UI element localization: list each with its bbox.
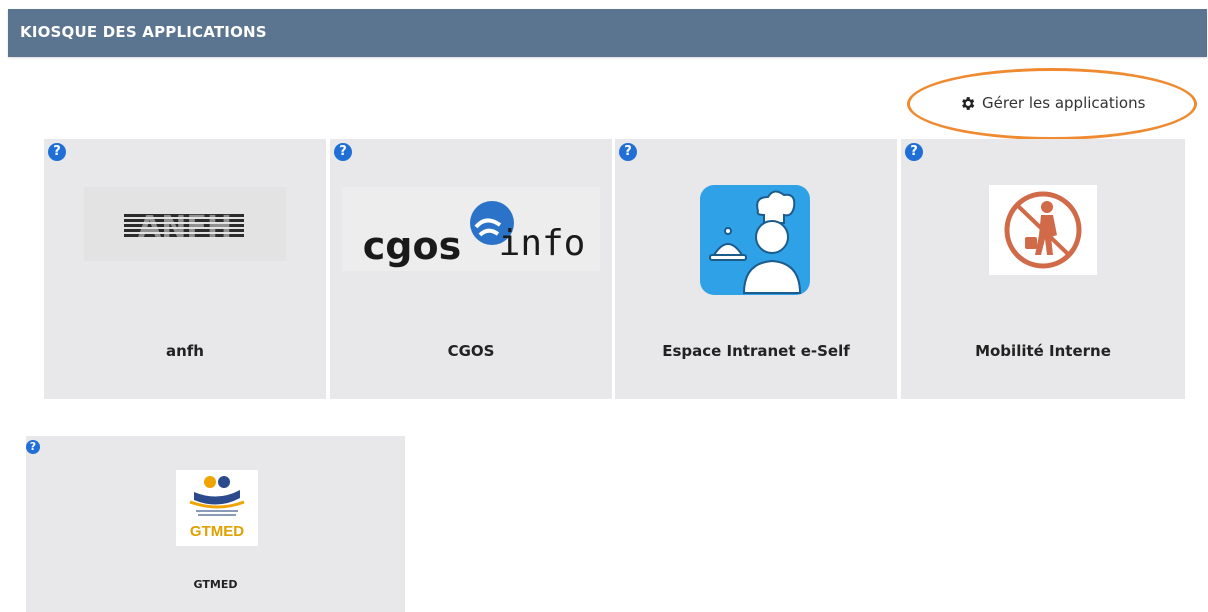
app-name: GTMED (193, 578, 238, 591)
help-icon[interactable]: ? (619, 143, 637, 161)
anfh-logo: ANFH (84, 187, 286, 261)
app-tile-anfh[interactable]: ? ANFH anfh (44, 139, 326, 399)
svg-text:ANFH: ANFH (138, 210, 232, 245)
gear-icon (962, 96, 975, 110)
cgos-logo: cgos info (342, 187, 600, 271)
manage-apps-area: Gérer les applications (907, 68, 1203, 146)
svg-text:GTMED: GTMED (190, 523, 244, 540)
svg-text:info: info (499, 223, 586, 264)
app-tile-gtmed[interactable]: ? GTMED GTMED (26, 436, 405, 612)
app-name: Mobilité Interne (975, 342, 1111, 360)
page-header: KIOSQUE DES APPLICATIONS (8, 9, 1207, 57)
manage-apps-label: Gérer les applications (982, 94, 1146, 112)
help-icon[interactable]: ? (26, 440, 40, 454)
page-title: KIOSQUE DES APPLICATIONS (20, 23, 267, 41)
mobilite-logo (989, 185, 1097, 275)
app-tile-mobilite-interne[interactable]: ? Mobilité Interne (901, 139, 1185, 399)
help-icon[interactable]: ? (48, 143, 66, 161)
app-tile-cgos[interactable]: ? cgos info CGOS (330, 139, 612, 399)
app-tile-espace-intranet[interactable]: ? Espace Intranet e-Self (615, 139, 897, 399)
app-name: anfh (165, 342, 204, 360)
eself-logo (700, 185, 810, 295)
help-icon[interactable]: ? (334, 143, 352, 161)
app-name: Espace Intranet e-Self (662, 342, 850, 360)
gtmed-logo: GTMED (176, 470, 258, 546)
app-name: CGOS (447, 342, 495, 360)
svg-text:cgos: cgos (363, 224, 461, 268)
manage-apps-link[interactable]: Gérer les applications (959, 94, 1145, 112)
help-icon[interactable]: ? (905, 143, 923, 161)
